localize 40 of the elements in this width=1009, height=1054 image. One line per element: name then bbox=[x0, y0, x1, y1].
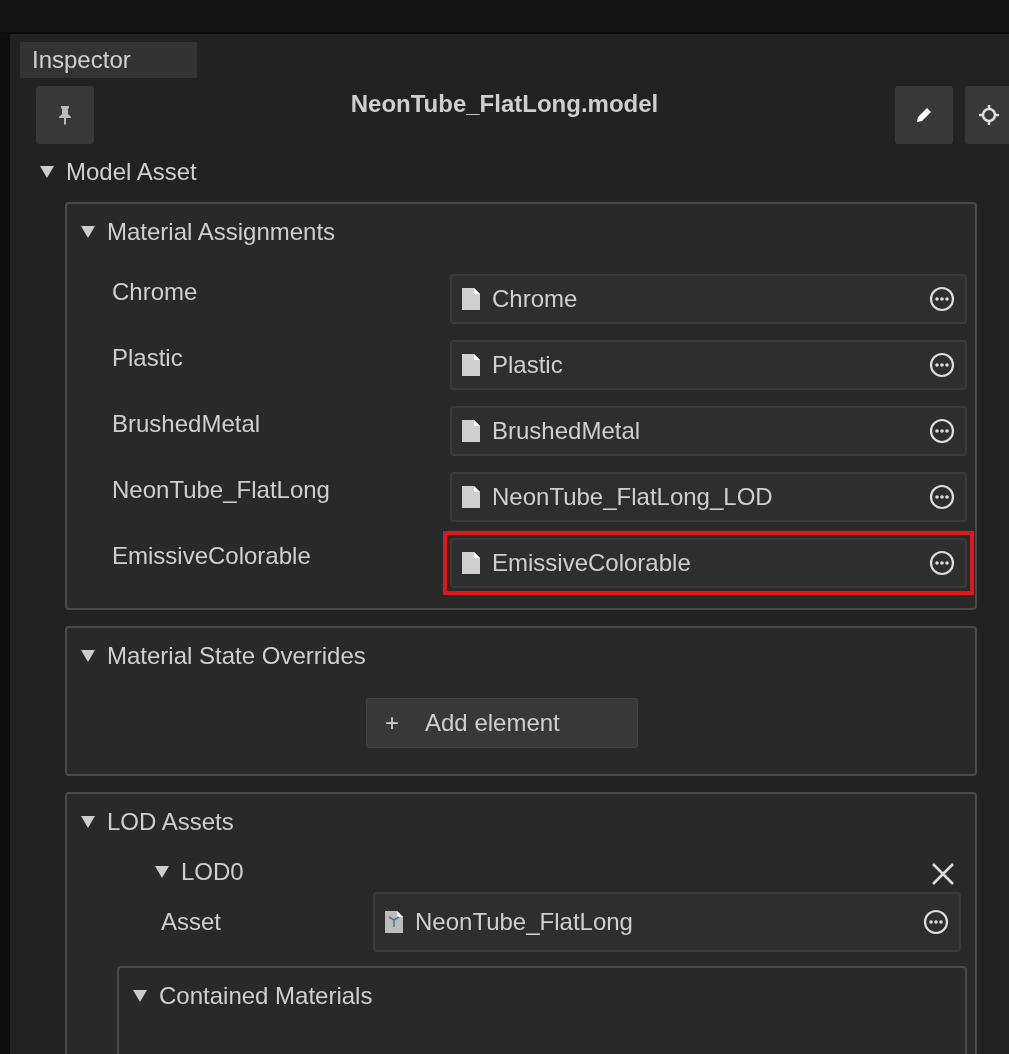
add-element-button[interactable]: + Add element bbox=[366, 698, 638, 748]
more-icon[interactable] bbox=[929, 418, 955, 444]
file-icon bbox=[462, 420, 480, 442]
section-toggle[interactable]: Model Asset bbox=[40, 158, 197, 186]
material-field[interactable]: Chrome bbox=[450, 274, 967, 324]
file-icon bbox=[462, 486, 480, 508]
file-icon bbox=[462, 552, 480, 574]
more-icon[interactable] bbox=[929, 484, 955, 510]
asset-label: Asset bbox=[160, 908, 223, 936]
locate-button[interactable] bbox=[965, 86, 1009, 144]
lod-toggle[interactable]: LOD0 bbox=[155, 858, 244, 886]
edit-button[interactable] bbox=[895, 86, 953, 144]
more-icon[interactable] bbox=[929, 550, 955, 576]
model-file-icon bbox=[385, 911, 403, 933]
crosshair-icon bbox=[977, 103, 1001, 127]
asset-field[interactable]: NeonTube_FlatLong bbox=[373, 892, 961, 952]
inspector-tab[interactable]: Inspector bbox=[20, 42, 197, 78]
section-toggle[interactable]: LOD Assets bbox=[81, 808, 234, 836]
pencil-icon bbox=[914, 105, 934, 125]
material-slot-label: BrushedMetal bbox=[111, 409, 262, 438]
pin-button[interactable] bbox=[36, 86, 94, 144]
material-slot-label: Plastic bbox=[111, 343, 184, 372]
material-field[interactable]: EmissiveColorable bbox=[450, 538, 967, 588]
close-icon[interactable] bbox=[931, 862, 955, 886]
asset-title: NeonTube_FlatLong.model bbox=[349, 89, 660, 118]
file-icon bbox=[462, 288, 480, 310]
material-slot-label: NeonTube_FlatLong bbox=[111, 475, 331, 504]
pin-icon bbox=[58, 105, 72, 125]
section-toggle[interactable]: Material Assignments bbox=[81, 218, 336, 246]
material-field[interactable]: BrushedMetal bbox=[450, 406, 967, 456]
material-slot-label: Chrome bbox=[111, 277, 199, 306]
section-toggle[interactable]: Contained Materials bbox=[133, 982, 373, 1010]
more-icon[interactable] bbox=[923, 909, 949, 935]
more-icon[interactable] bbox=[929, 286, 955, 312]
more-icon[interactable] bbox=[929, 352, 955, 378]
section-toggle[interactable]: Material State Overrides bbox=[81, 642, 366, 670]
material-field[interactable]: Plastic bbox=[450, 340, 967, 390]
file-icon bbox=[462, 354, 480, 376]
material-slot-label: EmissiveColorable bbox=[111, 541, 312, 570]
material-field[interactable]: NeonTube_FlatLong_LOD bbox=[450, 472, 967, 522]
